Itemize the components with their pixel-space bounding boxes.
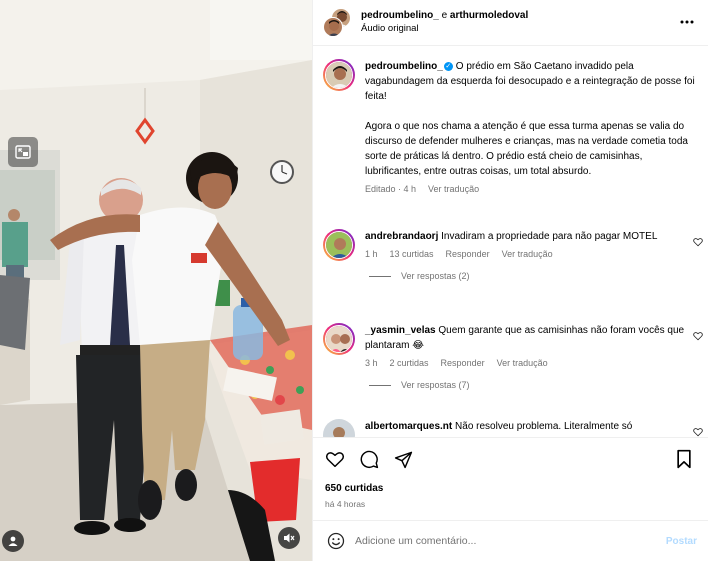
user-tag-icon	[8, 536, 18, 546]
emoji-icon[interactable]	[327, 532, 345, 550]
like-button[interactable]	[325, 449, 345, 469]
avatar	[323, 16, 343, 37]
picture-in-picture-icon	[15, 145, 31, 159]
view-replies-button[interactable]: Ver respostas (2)	[365, 271, 685, 281]
view-replies-label: Ver respostas (2)	[401, 271, 470, 281]
reply-button[interactable]: Responder	[441, 358, 485, 368]
comment-bubble-icon	[360, 450, 378, 468]
post-caption: pedroumbelino_ ✓ O prédio em São Caetano i…	[323, 59, 695, 194]
bookmark-icon	[677, 449, 691, 469]
comment-item: albertomarques.nt Não resolveu problema.…	[323, 419, 703, 437]
like-comment-heart-icon[interactable]	[693, 427, 703, 437]
avatar[interactable]	[323, 59, 355, 91]
comment-username[interactable]: _yasmin_velas	[365, 325, 436, 336]
avatar[interactable]	[323, 419, 355, 437]
save-button[interactable]	[675, 449, 695, 469]
view-replies-label: Ver respostas (7)	[401, 380, 470, 390]
post-authors: pedroumbelino_ e arthurmoledoval	[361, 9, 528, 22]
post-video[interactable]	[0, 0, 312, 561]
comment-username[interactable]: albertomarques.nt	[365, 421, 452, 432]
comment-composer: Postar	[313, 520, 708, 561]
like-comment-heart-icon[interactable]	[693, 237, 703, 247]
instagram-post: pedroumbelino_ e arthurmoledoval Áudio o…	[0, 0, 708, 561]
author-link[interactable]: pedroumbelino_	[361, 10, 439, 21]
tagged-users-button[interactable]	[2, 530, 24, 552]
comment-likes-count[interactable]: 2 curtidas	[390, 358, 429, 368]
see-translation-link[interactable]: Ver tradução	[502, 249, 553, 259]
post-actions: 650 curtidas há 4 horas	[313, 437, 708, 517]
comments-list[interactable]: pedroumbelino_ ✓ O prédio em São Caetano i…	[313, 47, 708, 437]
comment-item: andrebrandaorj Invadiram a propriedade p…	[323, 229, 703, 281]
speaker-muted-icon	[284, 533, 295, 543]
comment-item: _yasmin_velas Quem garante que as camisi…	[323, 323, 703, 390]
audio-link[interactable]: Áudio original	[361, 22, 528, 36]
post-header: pedroumbelino_ e arthurmoledoval Áudio o…	[313, 0, 708, 46]
post-details-panel: pedroumbelino_ e arthurmoledoval Áudio o…	[312, 0, 708, 561]
author-link[interactable]: arthurmoledoval	[450, 10, 528, 21]
view-replies-button[interactable]: Ver respostas (7)	[365, 380, 685, 390]
see-translation-link[interactable]: Ver tradução	[428, 184, 479, 194]
paper-plane-icon	[394, 451, 412, 468]
like-comment-heart-icon[interactable]	[693, 331, 703, 341]
comment-likes-count[interactable]: 13 curtidas	[390, 249, 434, 259]
heart-icon	[325, 452, 345, 468]
caption-timestamp: Editado · 4 h	[365, 184, 417, 194]
comment-input[interactable]	[355, 535, 645, 547]
verified-badge-icon: ✓	[443, 62, 453, 71]
comment-text: Não resolveu problema. Literalmente só	[455, 421, 633, 432]
picture-in-picture-button[interactable]	[8, 137, 38, 167]
avatar[interactable]	[323, 323, 355, 355]
comment-username[interactable]: andrebrandaorj	[365, 231, 438, 242]
avatar[interactable]	[323, 229, 355, 261]
see-translation-link[interactable]: Ver tradução	[497, 358, 548, 368]
collab-avatars[interactable]	[323, 7, 351, 38]
more-options-icon	[680, 20, 694, 24]
comment-time: 3 h	[365, 358, 378, 368]
video-frame	[0, 0, 312, 561]
comment-text: Invadiram a propriedade para não pagar M…	[441, 231, 658, 242]
reply-button[interactable]: Responder	[446, 249, 490, 259]
post-comment-button[interactable]: Postar	[666, 536, 697, 547]
more-options-button[interactable]	[679, 14, 695, 30]
mute-button[interactable]	[278, 527, 300, 549]
authors-connector: e	[438, 10, 450, 21]
post-likes-count[interactable]: 650 curtidas	[325, 483, 383, 494]
comment-time: 1 h	[365, 249, 378, 259]
post-timestamp: há 4 horas	[325, 499, 366, 509]
share-button[interactable]	[393, 449, 413, 469]
comment-button[interactable]	[359, 449, 379, 469]
caption-username[interactable]: pedroumbelino_	[365, 61, 443, 72]
caption-text: Agora o que nos chama a atenção é que es…	[365, 121, 688, 177]
